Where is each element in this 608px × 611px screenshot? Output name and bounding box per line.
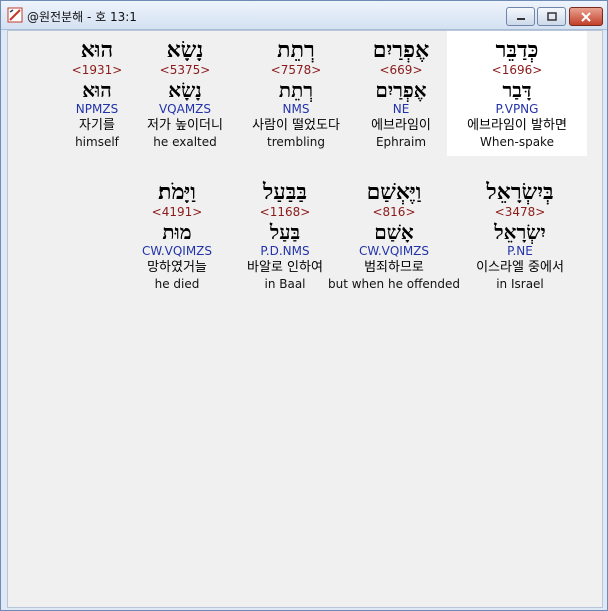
close-button[interactable] [569,7,603,26]
hebrew-word: בְּיִשְׂרָאֵל [486,179,554,205]
korean-gloss: 망하였거늘 [147,260,207,275]
maximize-button[interactable] [537,7,566,26]
korean-gloss: 자기를 [79,118,115,133]
window-title: @원전분해 - 호 13:1 [27,10,137,24]
hebrew-lemma: הוּא [82,78,112,102]
app-logo-icon [7,7,23,23]
hebrew-word: וַיָּמֹת׃ [158,179,196,205]
korean-gloss: 이스라엘 중에서 [476,260,564,275]
close-icon [581,11,591,22]
english-gloss: in Israel [496,277,544,291]
parsing-code: NPMZS [75,102,119,116]
parsing-code: CW.VQIMZS [141,244,213,258]
maximize-icon [546,11,557,21]
word-cell[interactable]: וַיָּמֹת׃ <4191> מוּת CW.VQIMZS 망하였거늘 he died [109,173,245,298]
word-cell[interactable]: בְּיִשְׂרָאֵל <3478> יִשְׂרָאֵל P.NE 이스라엘 중에… [452,173,588,298]
word-cell[interactable]: הוּא <1931> הוּא NPMZS 자기를 himself [29,31,165,156]
minimize-icon [516,17,525,20]
hebrew-lemma: מוּת [162,220,192,244]
english-gloss: he died [154,277,200,291]
title-bar[interactable]: @원전분해 - 호 13:1 [1,1,607,30]
strong-number: <1931> [71,63,123,77]
strong-number: <4191> [151,205,203,219]
hebrew-word: הוּא [80,37,114,63]
parsing-code: P.NE [507,244,533,258]
minimize-button[interactable] [506,7,535,26]
hebrew-lemma: יִשְׂרָאֵל [494,220,546,244]
strong-number: <3478> [494,205,546,219]
content-area: כְּדַבֵּר <1696> דָּבַר P.VPNG 에브라임이 발하면 When… [7,30,603,608]
english-gloss: himself [75,135,119,149]
app-window: @원전분해 - 호 13:1 כְּדַבֵּר <1696> דָּבַר P.VP… [0,0,608,611]
